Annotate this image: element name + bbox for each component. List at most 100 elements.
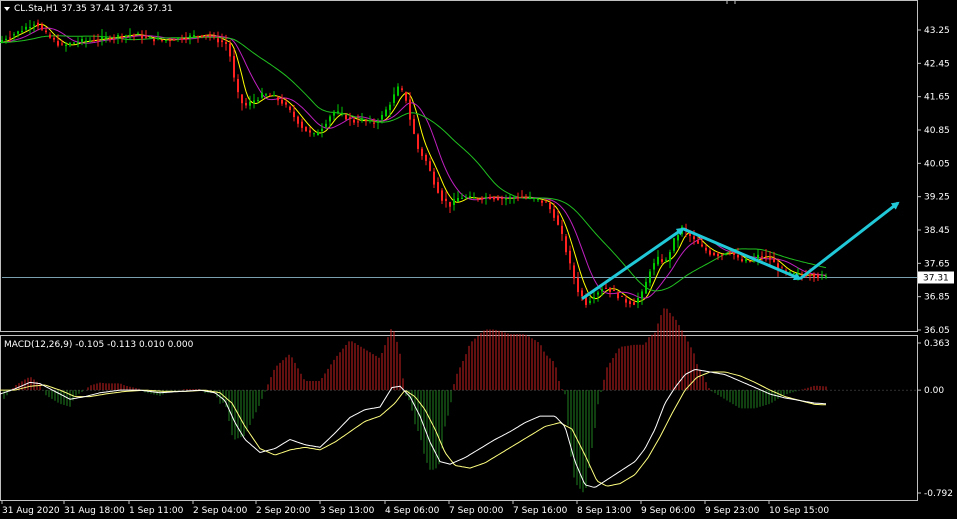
bear-candle: [277, 97, 279, 101]
bear-candle: [517, 197, 519, 199]
bull-candle: [333, 111, 335, 116]
bear-candle: [429, 161, 431, 171]
bull-candle: [389, 104, 391, 111]
time-tick-label: 7 Sep 16:00: [513, 506, 568, 516]
bull-candle: [189, 35, 191, 38]
price-tick-label: 41.65: [924, 93, 950, 103]
bear-candle: [417, 134, 419, 149]
bear-candle: [621, 295, 623, 297]
time-tick-label: 31 Aug 2020: [2, 506, 60, 516]
bear-candle: [717, 253, 719, 257]
bull-candle: [105, 36, 107, 39]
bear-candle: [301, 121, 303, 128]
time-tick-label: 9 Sep 06:00: [641, 506, 696, 516]
bear-candle: [225, 42, 227, 44]
bull-candle: [329, 116, 331, 122]
bull-candle: [601, 289, 603, 292]
bull-candle: [725, 254, 727, 256]
bull-candle: [253, 100, 255, 103]
bull-candle: [17, 31, 19, 34]
bear-candle: [309, 130, 311, 133]
bear-candle: [285, 102, 287, 105]
bull-candle: [29, 27, 31, 29]
bull-candle: [509, 196, 511, 199]
bear-candle: [721, 254, 723, 256]
bear-candle: [437, 182, 439, 193]
bull-candle: [73, 42, 75, 44]
bear-candle: [693, 236, 695, 240]
bear-candle: [365, 119, 367, 121]
macd-tick-label: -0.792: [924, 489, 953, 499]
bear-candle: [609, 287, 611, 292]
bear-candle: [489, 196, 491, 199]
bear-candle: [497, 197, 499, 200]
time-tick-label: 1 Sep 11:00: [129, 506, 184, 516]
bear-candle: [169, 40, 171, 41]
bear-candle: [741, 259, 743, 262]
bear-candle: [605, 287, 607, 289]
bear-candle: [357, 121, 359, 123]
bear-candle: [701, 244, 703, 247]
bear-candle: [581, 290, 583, 297]
bull-candle: [337, 111, 339, 113]
bear-candle: [633, 302, 635, 305]
bull-candle: [81, 38, 83, 42]
bear-candle: [545, 201, 547, 203]
bear-candle: [61, 43, 63, 45]
bull-candle: [157, 38, 159, 40]
macd-tick-label: 0.363: [924, 339, 950, 349]
bull-candle: [461, 197, 463, 199]
bear-candle: [113, 37, 115, 39]
chart-canvas[interactable]: CL.Sta,H1 37.35 37.41 37.26 37.31 MACD(1…: [0, 0, 957, 519]
bull-candle: [273, 94, 275, 97]
bull-candle: [533, 197, 535, 199]
bull-candle: [321, 128, 323, 132]
bear-candle: [405, 91, 407, 101]
bear-candle: [737, 255, 739, 258]
bull-candle: [193, 35, 195, 37]
bull-candle: [325, 123, 327, 127]
bear-candle: [245, 102, 247, 106]
bear-candle: [769, 257, 771, 260]
bull-candle: [457, 197, 459, 202]
bear-candle: [617, 292, 619, 299]
bear-candle: [525, 197, 527, 199]
bull-candle: [665, 259, 667, 261]
bear-candle: [217, 38, 219, 43]
bear-candle: [553, 209, 555, 218]
bear-candle: [37, 22, 39, 27]
bull-candle: [469, 196, 471, 198]
bull-candle: [397, 86, 399, 96]
macd-title: MACD(12,26,9) -0.105 -0.113 0.010 0.000: [4, 340, 194, 350]
bull-candle: [25, 26, 27, 30]
bear-candle: [661, 259, 663, 262]
bear-candle: [133, 34, 135, 36]
bull-candle: [165, 40, 167, 42]
bull-candle: [589, 300, 591, 303]
price-tick-label: 40.85: [924, 126, 950, 136]
bear-candle: [441, 190, 443, 201]
bear-candle: [761, 256, 763, 258]
bear-candle: [209, 34, 211, 37]
bear-candle: [269, 95, 271, 97]
bull-candle: [257, 99, 259, 101]
current-price-label: 37.31: [923, 274, 949, 284]
bull-candle: [757, 254, 759, 259]
bear-candle: [629, 301, 631, 304]
bear-candle: [565, 236, 567, 253]
bull-candle: [513, 197, 515, 199]
bear-candle: [141, 35, 143, 39]
bull-candle: [5, 38, 7, 40]
bear-candle: [729, 252, 731, 254]
bear-candle: [205, 34, 207, 36]
bear-candle: [705, 247, 707, 251]
bull-candle: [117, 35, 119, 37]
time-tick-label: 4 Sep 06:00: [385, 506, 440, 516]
bull-candle: [793, 273, 795, 275]
bull-candle: [341, 112, 343, 114]
bear-candle: [781, 267, 783, 269]
bear-candle: [197, 36, 199, 38]
bear-candle: [201, 35, 203, 37]
bull-candle: [645, 281, 647, 294]
bull-candle: [361, 118, 363, 121]
